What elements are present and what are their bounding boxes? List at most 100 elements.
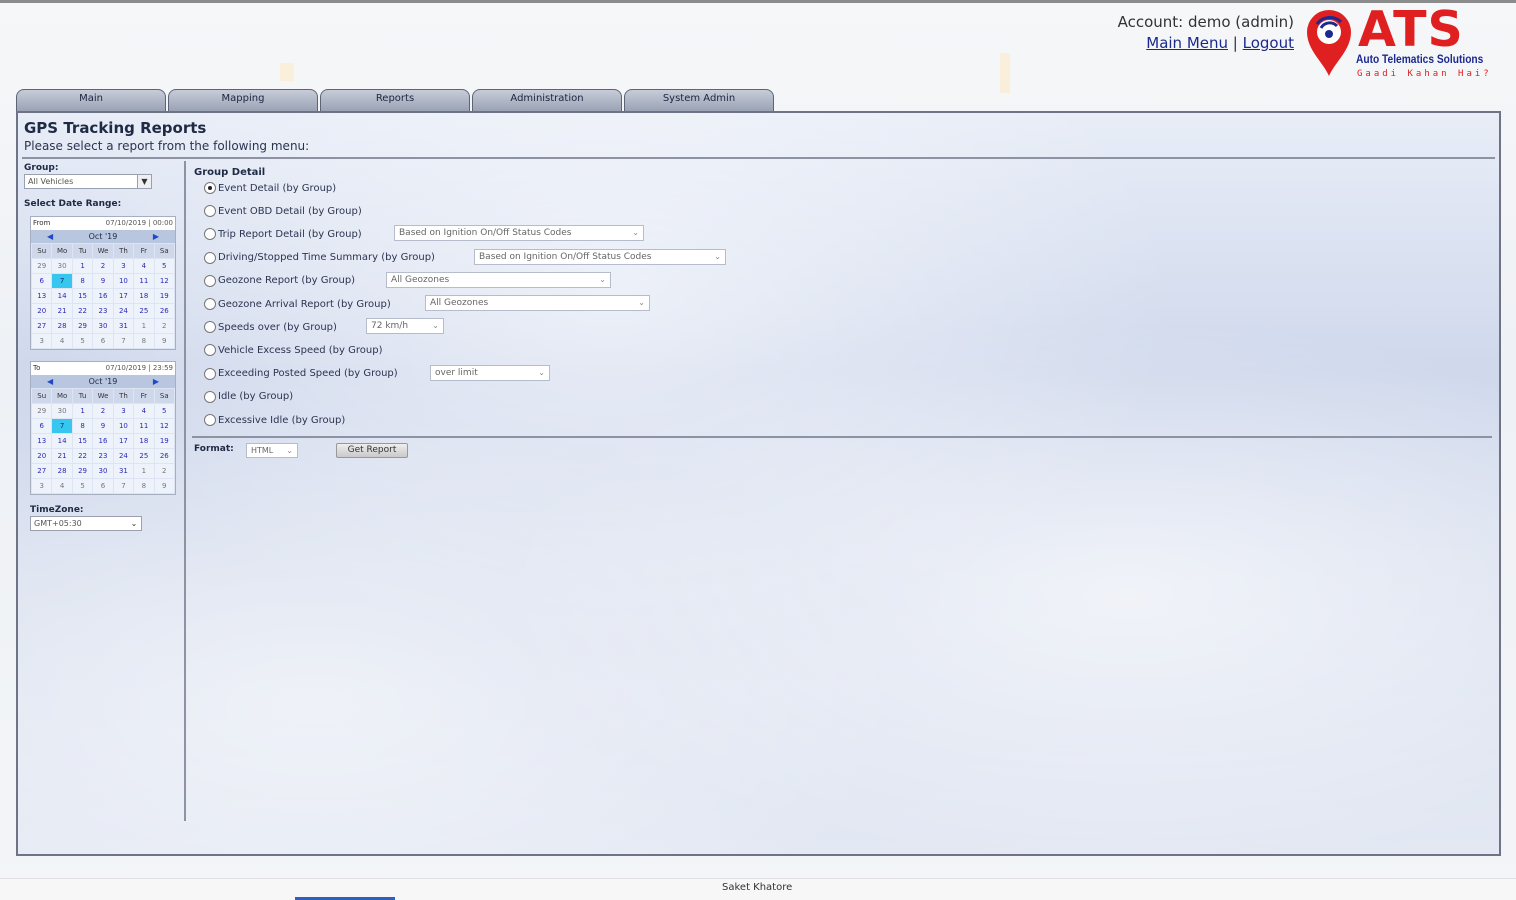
calendar-day[interactable]: 30 bbox=[52, 259, 72, 273]
calendar-day[interactable]: 3 bbox=[32, 479, 52, 493]
calendar-day[interactable]: 4 bbox=[134, 259, 154, 273]
calendar-day[interactable]: 31 bbox=[113, 464, 134, 478]
timezone-select[interactable]: GMT+05:30 ⌄ bbox=[30, 516, 142, 531]
calendar-day[interactable]: 12 bbox=[154, 419, 174, 433]
calendar-day[interactable]: 10 bbox=[113, 274, 134, 288]
report-option[interactable]: Trip Report Detail (by Group) bbox=[204, 226, 362, 242]
radio-button[interactable] bbox=[204, 367, 216, 380]
calendar-day[interactable]: 2 bbox=[154, 464, 174, 478]
calendar-day[interactable]: 24 bbox=[113, 304, 134, 318]
report-option[interactable]: Speeds over (by Group) bbox=[204, 319, 337, 335]
calendar-day[interactable]: 23 bbox=[93, 449, 113, 463]
calendar-day[interactable]: 22 bbox=[72, 449, 93, 463]
radio-button[interactable] bbox=[204, 390, 216, 403]
calendar-day[interactable]: 5 bbox=[154, 259, 174, 273]
calendar-day[interactable]: 20 bbox=[32, 304, 52, 318]
report-option[interactable]: Event Detail (by Group) bbox=[204, 180, 336, 196]
calendar-day[interactable]: 10 bbox=[113, 419, 134, 433]
calendar-day[interactable]: 15 bbox=[72, 289, 93, 303]
calendar-day[interactable]: 26 bbox=[154, 304, 174, 318]
logout-link[interactable]: Logout bbox=[1243, 34, 1294, 52]
report-option[interactable]: Geozone Report (by Group) bbox=[204, 273, 355, 289]
calendar-day[interactable]: 6 bbox=[93, 479, 113, 493]
next-month-icon[interactable]: ▶ bbox=[153, 375, 159, 388]
calendar-day[interactable]: 3 bbox=[113, 259, 134, 273]
calendar-day[interactable]: 8 bbox=[134, 479, 154, 493]
calendar-day[interactable]: 6 bbox=[93, 334, 113, 348]
calendar-day[interactable]: 30 bbox=[93, 464, 113, 478]
radio-button[interactable] bbox=[204, 274, 216, 287]
main-menu-link[interactable]: Main Menu bbox=[1146, 34, 1228, 52]
group-select[interactable]: All Vehicles ▼ bbox=[24, 174, 152, 189]
calendar-day[interactable]: 8 bbox=[72, 274, 93, 288]
calendar-day[interactable]: 19 bbox=[154, 289, 174, 303]
calendar-day[interactable]: 25 bbox=[134, 449, 154, 463]
calendar-day[interactable]: 27 bbox=[32, 464, 52, 478]
calendar-day[interactable]: 17 bbox=[113, 434, 134, 448]
calendar-day[interactable]: 30 bbox=[93, 319, 113, 333]
calendar-day[interactable]: 2 bbox=[93, 404, 113, 418]
calendar-day[interactable]: 25 bbox=[134, 304, 154, 318]
calendar-day[interactable]: 1 bbox=[72, 259, 93, 273]
calendar-day[interactable]: 3 bbox=[113, 404, 134, 418]
report-option-select[interactable]: All Geozones ⌄ bbox=[425, 295, 650, 311]
calendar-day[interactable]: 13 bbox=[32, 434, 52, 448]
radio-button[interactable] bbox=[204, 321, 216, 334]
calendar-day[interactable]: 7 bbox=[52, 274, 72, 288]
calendar-day[interactable]: 8 bbox=[72, 419, 93, 433]
calendar-day[interactable]: 18 bbox=[134, 434, 154, 448]
calendar-day[interactable]: 20 bbox=[32, 449, 52, 463]
calendar-day[interactable]: 23 bbox=[93, 304, 113, 318]
calendar-day[interactable]: 5 bbox=[154, 404, 174, 418]
radio-button[interactable] bbox=[204, 414, 216, 426]
report-option-select[interactable]: over limit ⌄ bbox=[430, 364, 550, 381]
calendar-day[interactable]: 9 bbox=[154, 334, 174, 348]
radio-button[interactable] bbox=[204, 228, 216, 241]
calendar-day[interactable]: 24 bbox=[113, 449, 134, 463]
next-month-icon[interactable]: ▶ bbox=[153, 230, 159, 243]
calendar-day[interactable]: 7 bbox=[113, 334, 134, 348]
calendar-day[interactable]: 1 bbox=[134, 464, 154, 478]
calendar-day[interactable]: 11 bbox=[134, 419, 154, 433]
tab-main[interactable]: Main bbox=[16, 89, 166, 111]
report-option[interactable]: Driving/Stopped Time Summary (by Group) bbox=[204, 250, 435, 266]
report-option[interactable]: Event OBD Detail (by Group) bbox=[204, 203, 362, 219]
tab-system-admin[interactable]: System Admin bbox=[624, 89, 774, 111]
calendar-day[interactable]: 7 bbox=[113, 479, 134, 493]
calendar-day[interactable]: 16 bbox=[93, 434, 113, 448]
calendar-day[interactable]: 5 bbox=[72, 334, 93, 348]
to-datetime-field[interactable]: To 07/10/2019 | 23:59 bbox=[31, 362, 175, 375]
calendar-day[interactable]: 12 bbox=[154, 274, 174, 288]
calendar-day[interactable]: 5 bbox=[72, 479, 93, 493]
calendar-day[interactable]: 7 bbox=[52, 419, 72, 433]
calendar-day[interactable]: 1 bbox=[134, 319, 154, 333]
from-datetime-field[interactable]: From 07/10/2019 | 00:00 bbox=[31, 217, 175, 230]
tab-mapping[interactable]: Mapping bbox=[168, 89, 318, 111]
tab-administration[interactable]: Administration bbox=[472, 89, 622, 111]
calendar-day[interactable]: 19 bbox=[154, 434, 174, 448]
calendar-day[interactable]: 29 bbox=[32, 404, 52, 418]
calendar-day[interactable]: 21 bbox=[52, 304, 72, 318]
report-option-select[interactable]: 72 km/h ⌄ bbox=[366, 318, 444, 335]
calendar-day[interactable]: 15 bbox=[72, 434, 93, 448]
calendar-day[interactable]: 9 bbox=[93, 274, 113, 288]
calendar-day[interactable]: 29 bbox=[72, 464, 93, 478]
prev-month-icon[interactable]: ◀ bbox=[47, 375, 53, 388]
radio-button[interactable] bbox=[204, 205, 216, 218]
tab-reports[interactable]: Reports bbox=[320, 89, 470, 111]
calendar-day[interactable]: 1 bbox=[72, 404, 93, 418]
radio-button[interactable] bbox=[204, 251, 216, 264]
calendar-day[interactable]: 28 bbox=[52, 319, 72, 333]
calendar-day[interactable]: 30 bbox=[52, 404, 72, 418]
calendar-day[interactable]: 14 bbox=[52, 289, 72, 303]
report-option[interactable]: Idle (by Group) bbox=[204, 389, 293, 405]
report-option[interactable]: Geozone Arrival Report (by Group) bbox=[204, 296, 391, 312]
calendar-day[interactable]: 11 bbox=[134, 274, 154, 288]
calendar-day[interactable]: 21 bbox=[52, 449, 72, 463]
calendar-day[interactable]: 28 bbox=[52, 464, 72, 478]
report-option[interactable]: Excessive Idle (by Group) bbox=[204, 412, 345, 428]
calendar-day[interactable]: 9 bbox=[154, 479, 174, 493]
radio-button[interactable] bbox=[204, 344, 216, 357]
calendar-day[interactable]: 31 bbox=[113, 319, 134, 333]
radio-button[interactable] bbox=[204, 182, 216, 194]
